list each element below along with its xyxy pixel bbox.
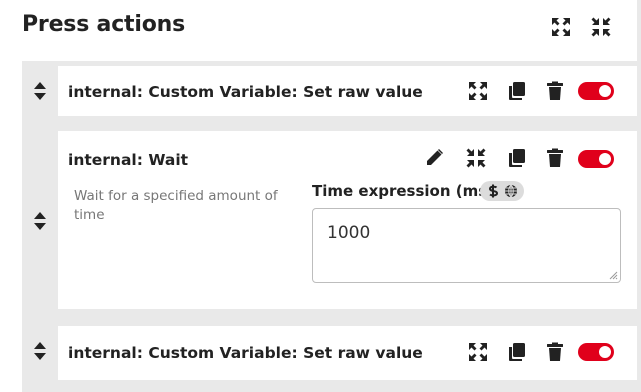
- time-expression-input[interactable]: 1000: [312, 208, 621, 283]
- action-name: internal: Custom Variable: Set raw value: [68, 83, 423, 101]
- action-row: internal: Custom Variable: Set raw value: [22, 321, 637, 392]
- panel-header: Press actions: [0, 0, 637, 52]
- option-label: Time expression (ms): [312, 182, 495, 200]
- panel-scroll-edge: [637, 0, 641, 392]
- copy-icon[interactable]: [507, 342, 527, 362]
- sort-handle-icon[interactable]: [22, 121, 58, 321]
- pencil-icon[interactable]: [424, 148, 444, 168]
- page-title: Press actions: [22, 12, 185, 37]
- expand-icon[interactable]: [468, 81, 488, 101]
- action-card: internal: Wait Wait for a specified amou…: [58, 131, 637, 309]
- action-enabled-toggle[interactable]: [578, 82, 614, 100]
- action-name: internal: Wait: [68, 151, 189, 169]
- sort-handle-icon[interactable]: [22, 321, 58, 381]
- trash-icon[interactable]: [545, 148, 565, 168]
- action-description: Wait for a specified amount of time: [74, 188, 278, 223]
- action-enabled-toggle[interactable]: [578, 343, 614, 361]
- resize-grip-icon[interactable]: [608, 270, 618, 280]
- copy-icon[interactable]: [507, 148, 527, 168]
- sort-handle-icon[interactable]: [22, 61, 58, 121]
- trash-icon[interactable]: [545, 81, 565, 101]
- action-enabled-toggle[interactable]: [578, 150, 614, 168]
- action-card: internal: Custom Variable: Set raw value: [58, 66, 637, 116]
- copy-icon[interactable]: [507, 81, 527, 101]
- toggle-knob: [599, 153, 611, 165]
- action-name: internal: Custom Variable: Set raw value: [68, 344, 423, 362]
- compress-icon[interactable]: [466, 148, 486, 168]
- toggle-knob: [599, 346, 611, 358]
- expression-mode-toggle[interactable]: [480, 181, 524, 201]
- action-row: internal: Custom Variable: Set raw value: [22, 61, 637, 121]
- collapse-all-icon[interactable]: [591, 17, 611, 37]
- dollar-icon: [488, 184, 499, 198]
- toggle-knob: [599, 85, 611, 97]
- action-row: internal: Wait Wait for a specified amou…: [22, 121, 637, 321]
- expand-all-icon[interactable]: [551, 17, 571, 37]
- globe-icon: [505, 184, 517, 198]
- trash-icon[interactable]: [545, 342, 565, 362]
- time-expression-value: 1000: [327, 223, 371, 243]
- action-card: internal: Custom Variable: Set raw value: [58, 326, 637, 380]
- expand-icon[interactable]: [468, 342, 488, 362]
